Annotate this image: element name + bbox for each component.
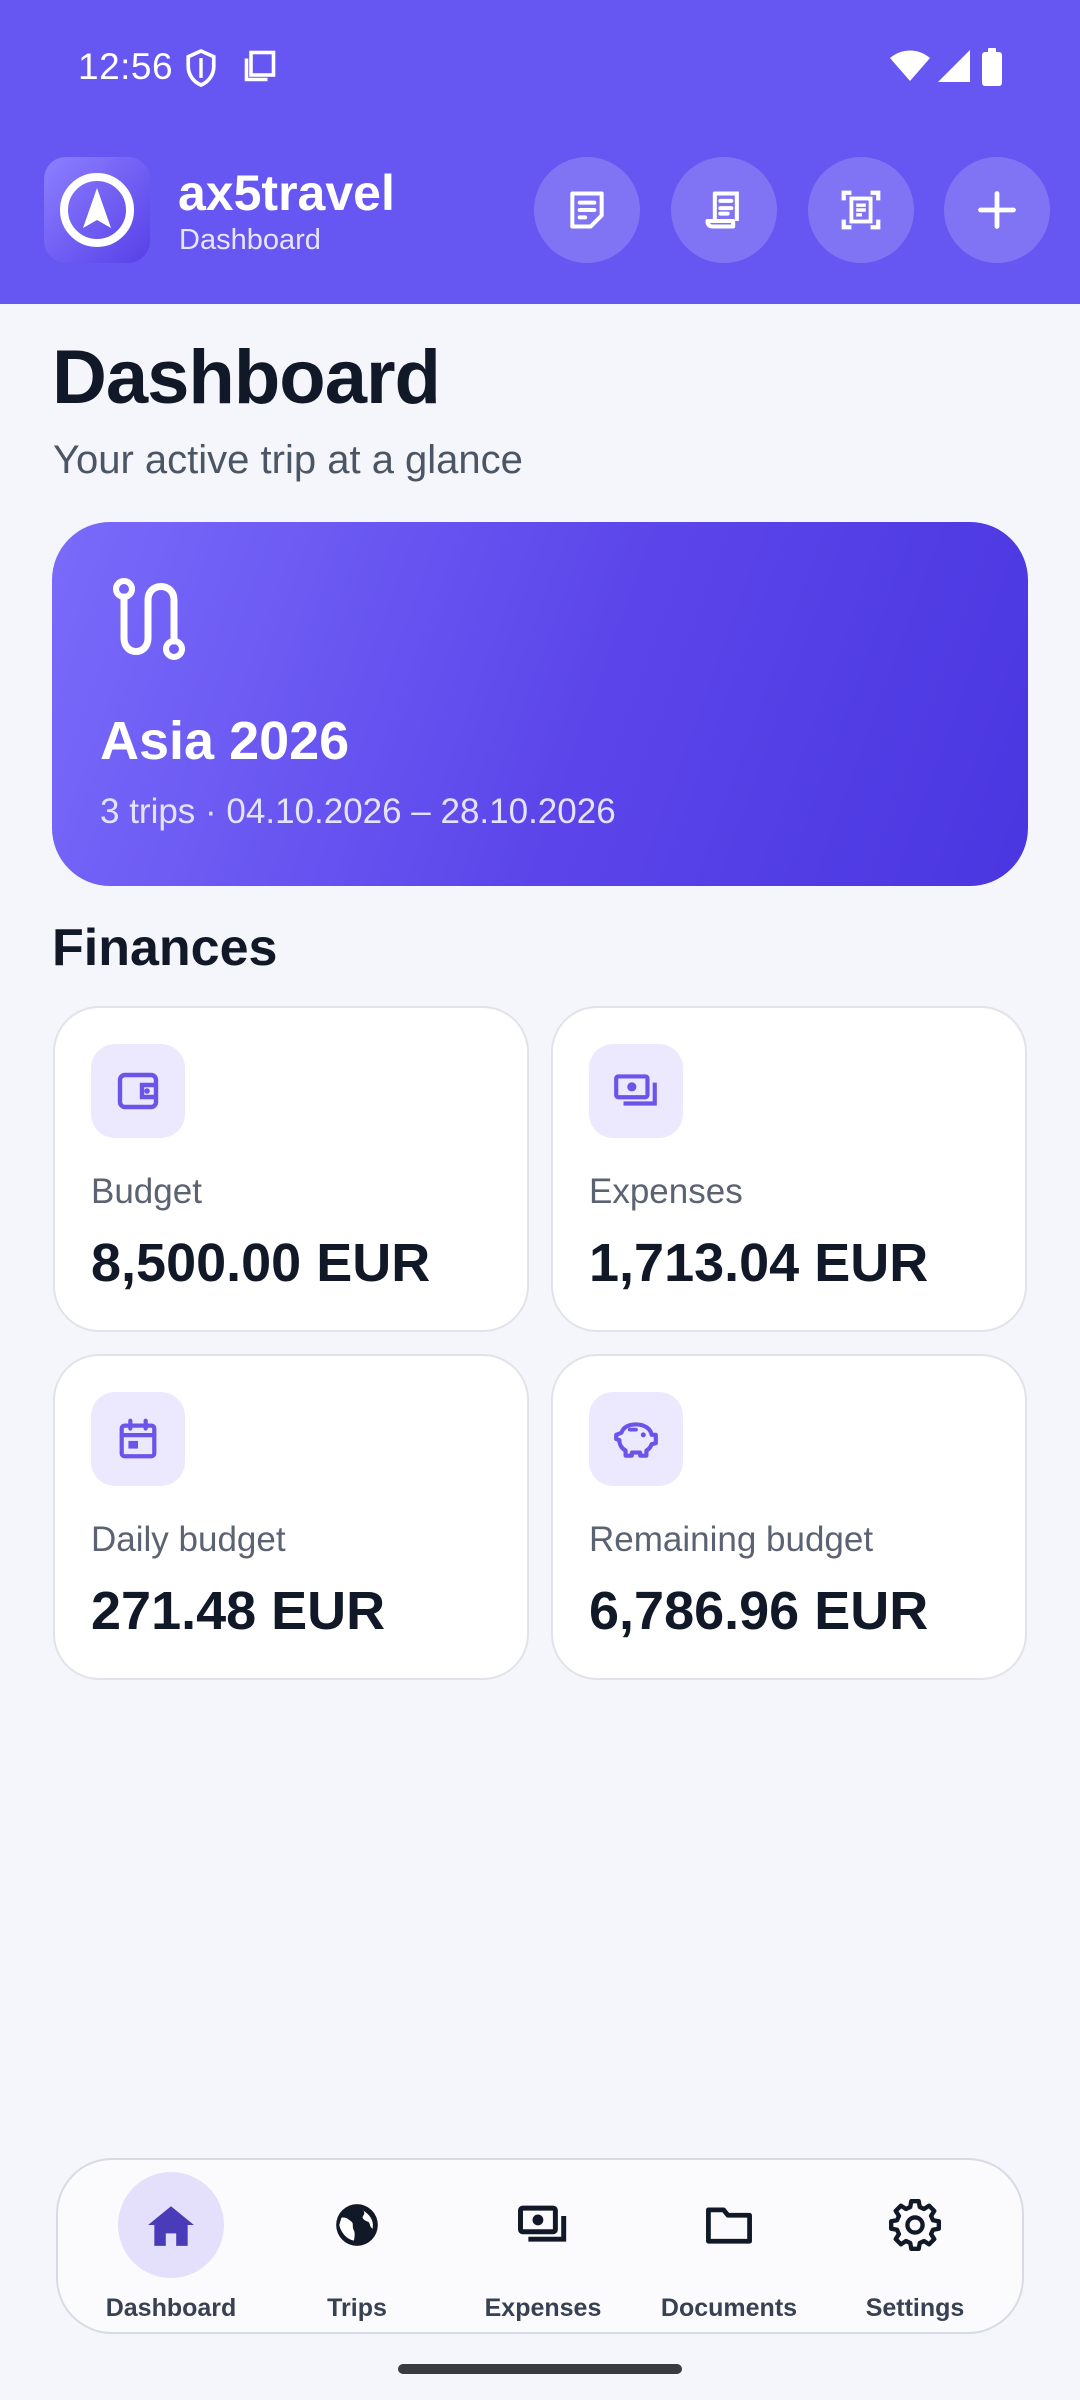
expenses-label: Expenses bbox=[589, 1172, 743, 1211]
battery-icon bbox=[982, 48, 1002, 86]
expenses-value: 1,713.04 EUR bbox=[589, 1233, 929, 1293]
route-icon bbox=[110, 578, 190, 665]
nav-item-expenses[interactable]: Expenses bbox=[450, 2160, 636, 2336]
notes-button[interactable] bbox=[534, 157, 640, 263]
app-subtitle: Dashboard bbox=[179, 224, 321, 256]
status-bar: 12:56 bbox=[0, 0, 1080, 136]
note-icon bbox=[570, 191, 604, 229]
daily-budget-value: 271.48 EUR bbox=[91, 1581, 386, 1641]
home-icon bbox=[118, 2172, 224, 2278]
app-title: ax5travel bbox=[178, 165, 395, 221]
budget-value: 8,500.00 EUR bbox=[91, 1233, 431, 1293]
active-trip-card[interactable]: Asia 2026 3 trips · 04.10.2026 – 28.10.2… bbox=[52, 522, 1028, 886]
app-logo[interactable] bbox=[44, 157, 150, 263]
calendar-icon bbox=[91, 1392, 185, 1486]
nav-item-dashboard[interactable]: Dashboard bbox=[78, 2160, 264, 2336]
status-time: 12:56 bbox=[78, 46, 174, 87]
budget-card[interactable]: Budget 8,500.00 EUR bbox=[53, 1006, 529, 1332]
scan-document-button[interactable] bbox=[808, 157, 914, 263]
nav-item-settings[interactable]: Settings bbox=[822, 2160, 1008, 2336]
add-icon bbox=[978, 191, 1016, 229]
expenses-card[interactable]: Expenses 1,713.04 EUR bbox=[551, 1006, 1027, 1332]
add-button[interactable] bbox=[944, 157, 1050, 263]
page-subtitle: Your active trip at a glance bbox=[53, 438, 523, 482]
bottom-navigation: Dashboard Trips Expenses Documents Setti… bbox=[56, 2158, 1024, 2334]
screenshot-icon bbox=[242, 48, 278, 84]
trip-name: Asia 2026 bbox=[100, 711, 350, 771]
receipt-icon bbox=[705, 191, 739, 229]
remaining-budget-card[interactable]: Remaining budget 6,786.96 EUR bbox=[551, 1354, 1027, 1680]
wifi-icon bbox=[890, 50, 930, 82]
page-title: Dashboard bbox=[52, 335, 441, 420]
scan-document-icon bbox=[841, 190, 881, 230]
trip-meta: 3 trips · 04.10.2026 – 28.10.2026 bbox=[100, 792, 616, 831]
finances-title: Finances bbox=[52, 919, 278, 977]
receipt-button[interactable] bbox=[671, 157, 777, 263]
nav-label-settings: Settings bbox=[865, 2294, 965, 2322]
nav-label-trips: Trips bbox=[327, 2294, 387, 2322]
remaining-budget-label: Remaining budget bbox=[589, 1520, 874, 1559]
wallet-icon bbox=[91, 1044, 185, 1138]
gear-icon bbox=[862, 2172, 968, 2278]
app-bar: 12:56 ax5travel Dashboard bbox=[0, 0, 1080, 304]
budget-label: Budget bbox=[91, 1172, 202, 1211]
shield-icon bbox=[184, 48, 218, 88]
nav-label-documents: Documents bbox=[660, 2294, 798, 2322]
folder-icon bbox=[676, 2172, 782, 2278]
cash-icon bbox=[589, 1044, 683, 1138]
home-indicator[interactable] bbox=[398, 2364, 682, 2374]
cash-icon bbox=[490, 2172, 596, 2278]
navigation-arrow-icon bbox=[60, 173, 134, 247]
nav-item-trips[interactable]: Trips bbox=[264, 2160, 450, 2336]
nav-item-documents[interactable]: Documents bbox=[636, 2160, 822, 2336]
globe-icon bbox=[304, 2172, 410, 2278]
remaining-budget-value: 6,786.96 EUR bbox=[589, 1581, 929, 1641]
piggy-bank-icon bbox=[589, 1392, 683, 1486]
daily-budget-card[interactable]: Daily budget 271.48 EUR bbox=[53, 1354, 529, 1680]
signal-icon bbox=[938, 50, 970, 82]
nav-label-expenses: Expenses bbox=[484, 2294, 602, 2322]
daily-budget-label: Daily budget bbox=[91, 1520, 286, 1559]
nav-label-dashboard: Dashboard bbox=[105, 2294, 237, 2322]
